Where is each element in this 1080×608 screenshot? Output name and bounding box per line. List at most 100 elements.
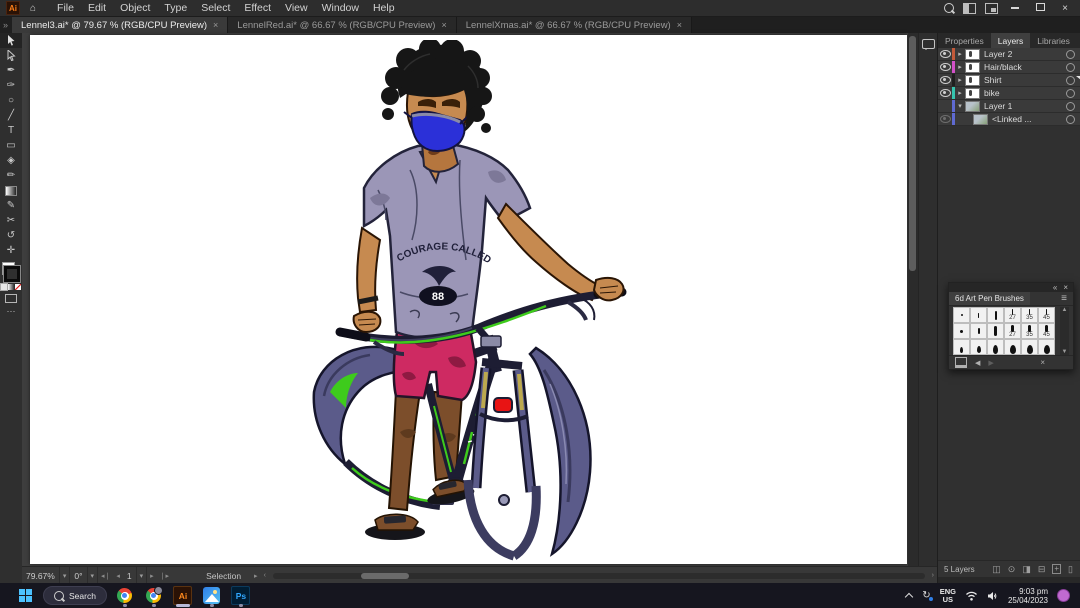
rotation-dropdown-icon[interactable]: ▾ xyxy=(86,567,99,584)
fill-stroke-swatches[interactable] xyxy=(1,262,21,283)
volume-icon[interactable] xyxy=(987,591,999,601)
rotation-value[interactable]: 0° xyxy=(70,571,86,581)
comments-panel-icon[interactable] xyxy=(922,39,935,50)
layer-row-shirt[interactable]: ▸ Shirt xyxy=(938,74,1080,87)
shaper-tool[interactable]: ◈ xyxy=(0,153,22,168)
brush-swatch[interactable]: 45 xyxy=(1038,323,1055,339)
brush-swatch[interactable] xyxy=(953,339,970,355)
close-tab-icon[interactable]: × xyxy=(677,20,682,30)
vertical-scrollbar[interactable] xyxy=(908,33,918,566)
expand-icon[interactable]: ▸ xyxy=(955,63,965,71)
brush-swatch[interactable] xyxy=(970,339,987,355)
delete-layer-icon[interactable]: ▯ xyxy=(1068,564,1073,575)
collapse-icon[interactable]: ▾ xyxy=(955,102,965,110)
pencil-tool[interactable]: ✏ xyxy=(0,168,22,183)
target-circle[interactable] xyxy=(1066,101,1075,111)
layer-row-hairblack[interactable]: ▸ Hair/black xyxy=(938,61,1080,74)
tab-layers[interactable]: Layers xyxy=(990,33,1031,48)
brush-swatch[interactable] xyxy=(953,307,970,323)
color-button[interactable] xyxy=(0,283,8,291)
target-circle[interactable] xyxy=(1066,88,1075,98)
menu-edit[interactable]: Edit xyxy=(81,0,113,16)
close-tab-icon[interactable]: × xyxy=(441,20,446,30)
status-flyout-icon[interactable]: ▸ xyxy=(251,572,261,580)
artboard-tool[interactable]: ▭ xyxy=(0,138,22,153)
expand-icon[interactable]: ▸ xyxy=(955,89,965,97)
type-tool[interactable]: T xyxy=(0,123,22,138)
brush-swatch[interactable]: 27 xyxy=(1004,307,1021,323)
illustrator-app-button[interactable]: Ai xyxy=(172,585,194,607)
menu-object[interactable]: Object xyxy=(113,0,157,16)
selection-tool[interactable] xyxy=(0,33,22,48)
target-circle[interactable] xyxy=(1066,49,1075,59)
brush-swatch[interactable]: 27 xyxy=(1004,323,1021,339)
menu-window[interactable]: Window xyxy=(315,0,366,16)
pen-tool[interactable]: ✒ xyxy=(0,63,22,78)
visibility-toggle[interactable] xyxy=(938,76,952,84)
layer-row-linked[interactable]: <Linked ... xyxy=(938,113,1080,126)
none-button[interactable] xyxy=(15,284,21,290)
layer-name[interactable]: <Linked ... xyxy=(992,114,1031,124)
horizontal-scrollbar-thumb[interactable] xyxy=(360,572,409,579)
brush-swatch[interactable] xyxy=(987,307,1004,323)
minimize-button[interactable] xyxy=(1007,3,1023,14)
menu-effect[interactable]: Effect xyxy=(237,0,278,16)
collect-for-export-icon[interactable]: ◫ xyxy=(992,564,1001,575)
close-tab-icon[interactable]: × xyxy=(213,20,218,30)
layer-row-layer1[interactable]: ▾ Layer 1 xyxy=(938,100,1080,113)
doc-tab-lennelxmas[interactable]: LennelXmas.ai* @ 66.67 % (RGB/CPU Previe… xyxy=(456,17,692,33)
layer-row-layer2[interactable]: ▸ Layer 2 xyxy=(938,48,1080,61)
visibility-toggle[interactable] xyxy=(938,63,952,71)
line-segment-tool[interactable]: ╱ xyxy=(0,108,22,123)
brush-swatch[interactable] xyxy=(953,323,970,339)
make-clipping-mask-icon[interactable]: ◨ xyxy=(1022,564,1031,575)
next-artboard-icon[interactable]: ▸ xyxy=(147,572,157,580)
maximize-button[interactable] xyxy=(1032,2,1049,14)
brush-libraries-icon[interactable] xyxy=(955,357,967,368)
menu-select[interactable]: Select xyxy=(194,0,237,16)
brush-swatch[interactable] xyxy=(1021,339,1038,355)
scroll-right-icon[interactable]: › xyxy=(929,572,937,579)
layer-name[interactable]: Hair/black xyxy=(984,62,1022,72)
toolbar-expand-icon[interactable]: » xyxy=(0,17,12,33)
scroll-left-icon[interactable]: ‹ xyxy=(261,572,269,579)
locate-object-icon[interactable]: ⊙ xyxy=(1008,564,1016,575)
gradient-tool[interactable] xyxy=(0,183,22,198)
tab-properties[interactable]: Properties xyxy=(938,33,991,48)
tab-libraries[interactable]: Libraries xyxy=(1030,33,1077,48)
brush-swatch[interactable] xyxy=(970,307,987,323)
hand-tool[interactable]: ✛ xyxy=(0,243,22,258)
curvature-tool[interactable]: ✑ xyxy=(0,78,22,93)
layer-name[interactable]: Layer 2 xyxy=(984,49,1012,59)
menu-view[interactable]: View xyxy=(278,0,315,16)
scissors-tool[interactable]: ✂ xyxy=(0,213,22,228)
prev-brush-icon[interactable]: ◀ xyxy=(975,359,980,367)
layer-name[interactable]: Layer 1 xyxy=(984,101,1012,111)
target-circle[interactable] xyxy=(1066,62,1075,72)
brush-swatch[interactable] xyxy=(1004,339,1021,355)
hidden-icons-chevron[interactable] xyxy=(905,592,913,600)
target-circle[interactable] xyxy=(1066,114,1075,124)
menu-help[interactable]: Help xyxy=(366,0,402,16)
close-panel-icon[interactable]: × xyxy=(1063,283,1068,292)
zoom-dropdown-icon[interactable]: ▾ xyxy=(58,567,71,584)
brush-swatch[interactable] xyxy=(970,323,987,339)
target-circle[interactable] xyxy=(1066,75,1075,85)
brush-swatch[interactable] xyxy=(987,339,1004,355)
layer-name[interactable]: bike xyxy=(984,88,1000,98)
language-switcher[interactable]: ENG US xyxy=(940,587,956,604)
start-button[interactable] xyxy=(14,585,36,607)
scroll-up-icon[interactable]: ▲ xyxy=(1062,307,1068,313)
brushes-tab[interactable]: 6d Art Pen Brushes xyxy=(949,292,1030,305)
edit-toolbar-icon[interactable]: ⋯ xyxy=(0,306,22,317)
sync-tray-icon[interactable]: ↻ xyxy=(922,590,933,601)
visibility-toggle[interactable] xyxy=(938,115,952,123)
zoom-level[interactable]: 79.67% xyxy=(22,571,59,581)
menu-file[interactable]: File xyxy=(50,0,81,16)
artwork-boy-on-bike[interactable]: COURAGE CALLED 88 xyxy=(300,40,650,562)
artboard[interactable]: COURAGE CALLED 88 xyxy=(30,35,907,564)
wifi-icon[interactable] xyxy=(965,591,978,601)
chrome-profile2-app-button[interactable] xyxy=(143,585,165,607)
brush-swatch[interactable]: 45 xyxy=(1038,307,1055,323)
clock[interactable]: 9:03 pm 25/04/2023 xyxy=(1008,587,1048,605)
